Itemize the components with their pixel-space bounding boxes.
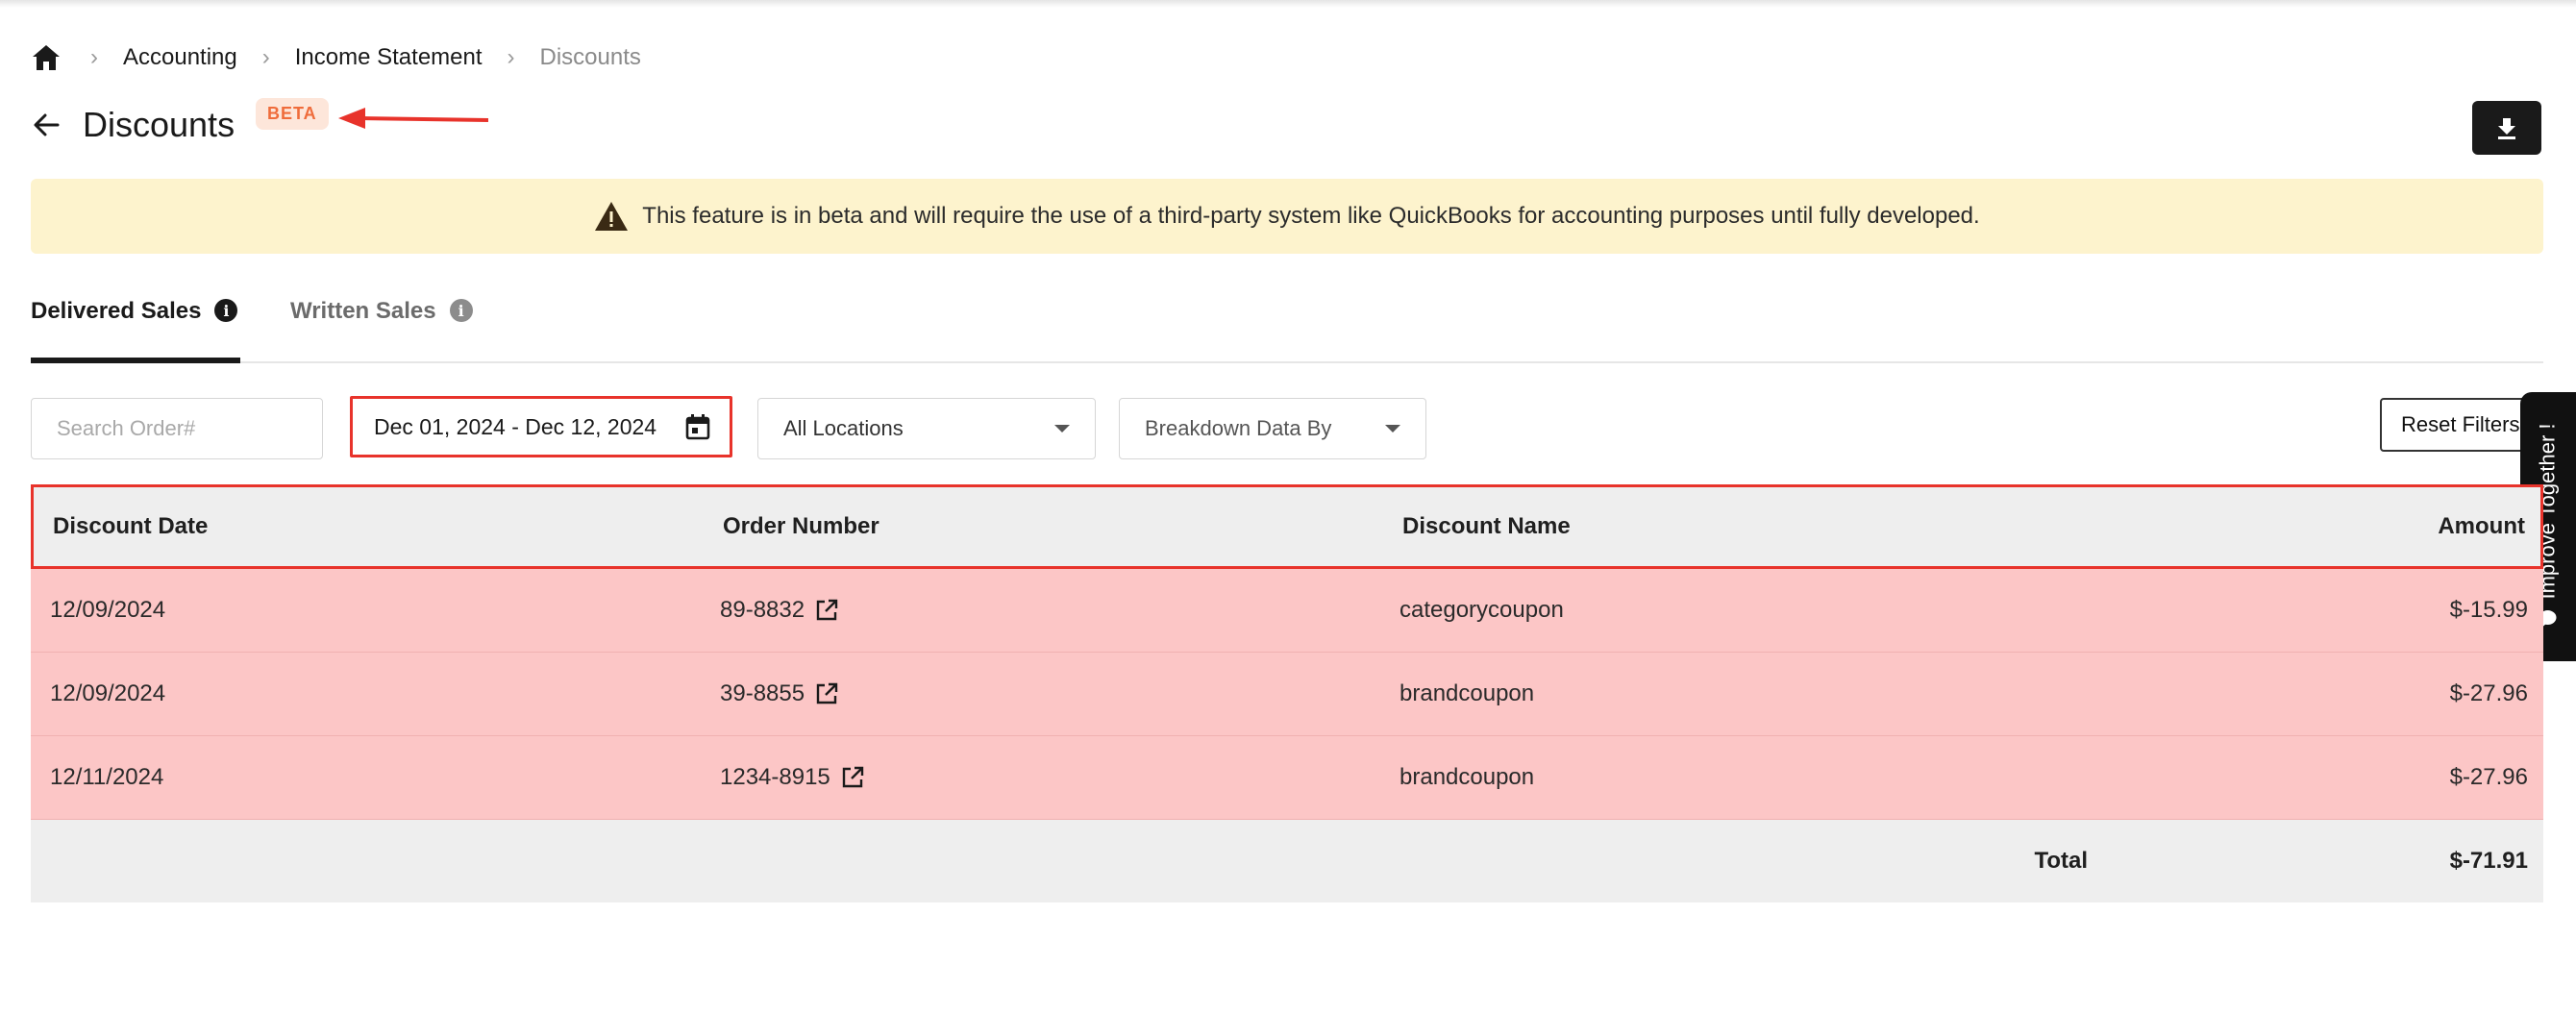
- column-header: Order Number: [723, 513, 879, 539]
- tab-label: Written Sales: [290, 298, 436, 324]
- banner-text: This feature is in beta and will require…: [642, 203, 1980, 229]
- total-label: Total: [2034, 848, 2088, 874]
- info-icon[interactable]: i: [449, 299, 473, 322]
- total-value: $-71.91: [2449, 848, 2528, 874]
- location-value: All Locations: [783, 416, 904, 440]
- order-number: 89-8832: [720, 597, 805, 623]
- tab-written-sales[interactable]: Written Sales i: [290, 286, 473, 359]
- breakdown-select[interactable]: Breakdown Data By: [1119, 398, 1426, 459]
- caret-down-icon: [1385, 425, 1400, 432]
- order-number-link[interactable]: 39-8855: [720, 653, 839, 735]
- tab-delivered-sales[interactable]: Delivered Sales i: [31, 286, 240, 363]
- table-header: Discount Date Order Number Discount Name…: [31, 484, 2543, 569]
- table-row: 12/09/2024 89-8832 categorycoupon $-15.9…: [31, 569, 2543, 653]
- location-select[interactable]: All Locations: [757, 398, 1096, 459]
- download-icon: [2498, 118, 2515, 139]
- discount-amount: $-27.96: [2449, 680, 2528, 706]
- annotation-arrow-icon: [338, 108, 489, 129]
- beta-badge: BETA: [256, 98, 329, 130]
- table-row: 12/11/2024 1234-8915 brandcoupon $-27.96: [31, 736, 2543, 820]
- order-number: 1234-8915: [720, 764, 830, 790]
- info-icon[interactable]: i: [214, 299, 238, 322]
- reset-filters-button[interactable]: Reset Filters: [2380, 398, 2543, 452]
- column-header: Amount: [2438, 513, 2525, 539]
- discount-date: 12/09/2024: [50, 680, 166, 706]
- table-row: 12/09/2024 39-8855 brandcoupon $-27.96: [31, 653, 2543, 736]
- breakdown-value: Breakdown Data By: [1145, 416, 1332, 440]
- discount-amount: $-15.99: [2449, 597, 2528, 623]
- discount-date: 12/11/2024: [50, 764, 164, 790]
- date-range-picker[interactable]: Dec 01, 2024 - Dec 12, 2024: [350, 396, 732, 457]
- column-header: Discount Name: [1402, 513, 1571, 539]
- home-icon[interactable]: [31, 40, 65, 75]
- order-number-link[interactable]: 1234-8915: [720, 736, 865, 819]
- discount-date: 12/09/2024: [50, 597, 166, 623]
- breadcrumb-current: Discounts: [539, 44, 641, 70]
- column-header: Discount Date: [53, 513, 209, 539]
- discount-amount: $-27.96: [2449, 764, 2528, 790]
- breadcrumb: › Accounting › Income Statement › Discou…: [31, 38, 641, 77]
- search-order-input[interactable]: [31, 398, 323, 459]
- warning-icon: [594, 200, 629, 233]
- order-number-link[interactable]: 89-8832: [720, 569, 839, 652]
- tab-label: Delivered Sales: [31, 298, 202, 324]
- date-range-value: Dec 01, 2024 - Dec 12, 2024: [374, 413, 657, 439]
- discount-name: brandcoupon: [1399, 764, 1535, 790]
- chevron-right-icon: ›: [261, 44, 270, 70]
- back-arrow-icon[interactable]: [31, 106, 69, 144]
- beta-warning-banner: This feature is in beta and will require…: [31, 179, 2543, 254]
- breadcrumb-income-statement[interactable]: Income Statement: [295, 44, 483, 71]
- table-total-row: Total $-71.91: [31, 820, 2543, 902]
- tabs: Delivered Sales i Written Sales i: [31, 286, 2543, 363]
- caret-down-icon: [1054, 425, 1070, 432]
- external-link-icon[interactable]: [814, 598, 839, 623]
- top-shadow: [0, 0, 2576, 8]
- chevron-right-icon: ›: [507, 44, 515, 70]
- download-button[interactable]: [2472, 101, 2541, 155]
- discounts-table: Discount Date Order Number Discount Name…: [31, 484, 2543, 902]
- calendar-icon: [685, 414, 710, 440]
- discount-name: brandcoupon: [1399, 680, 1535, 706]
- order-number: 39-8855: [720, 680, 805, 706]
- breadcrumb-accounting[interactable]: Accounting: [123, 44, 237, 71]
- external-link-icon[interactable]: [840, 765, 865, 790]
- title-row: Discounts BETA: [31, 98, 329, 150]
- chevron-right-icon: ›: [90, 44, 98, 70]
- external-link-icon[interactable]: [814, 681, 839, 706]
- discount-name: categorycoupon: [1399, 597, 1564, 623]
- page-title: Discounts: [83, 105, 235, 144]
